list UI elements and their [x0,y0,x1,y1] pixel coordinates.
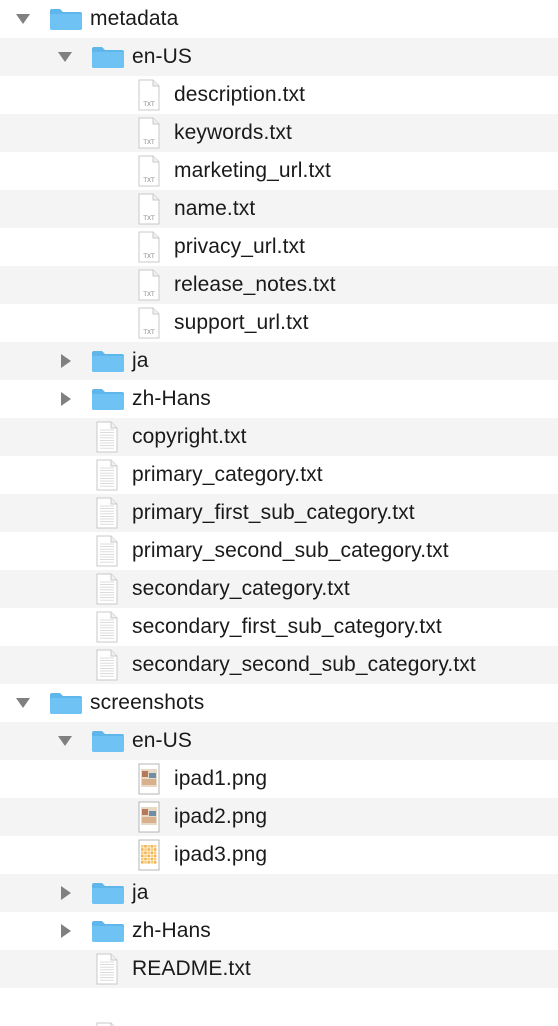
item-label: primary_second_sub_category.txt [132,539,449,562]
file-row-primary-category-txt[interactable]: primary_category.txt [0,456,558,494]
item-label: zh-Hans [132,387,211,410]
file-tree: metadata en-US TXT description.txt TXT keywor… [0,0,558,1026]
file-row-primary-first-sub-category-txt[interactable]: primary_first_sub_category.txt [0,494,558,532]
item-label: en-US [132,45,193,68]
item-label: primary_first_sub_category.txt [132,501,415,524]
folder-icon [91,881,125,905]
text-document-icon [94,497,120,529]
file-row-secondary-second-sub-category-txt[interactable]: secondary_second_sub_category.txt [0,646,558,684]
folder-icon [91,387,125,411]
disclosure-collapsed-icon[interactable] [56,391,74,407]
item-label: copyright.txt [132,425,247,448]
file-row-marketing-url-txt[interactable]: TXT marketing_url.txt [0,152,558,190]
file-row-secondary-category-txt[interactable]: secondary_category.txt [0,570,558,608]
file-row-readme-txt[interactable]: README.txt [0,950,558,988]
image-file-icon [136,801,162,833]
disclosure-expanded-icon[interactable] [56,49,74,65]
folder-icon [91,45,125,69]
file-row-ipad1-png[interactable]: ipad1.png [0,760,558,798]
disclosure-expanded-icon[interactable] [14,11,32,27]
txt-file-icon: TXT [136,117,162,149]
svg-text:TXT: TXT [142,215,155,222]
disclosure-expanded-icon[interactable] [56,733,74,749]
text-document-icon [94,1022,120,1026]
file-row-keywords-txt[interactable]: TXT keywords.txt [0,114,558,152]
file-row-secondary-first-sub-category-txt[interactable]: secondary_first_sub_category.txt [0,608,558,646]
text-document-icon [94,535,120,567]
item-label: secondary_category.txt [132,577,350,600]
disclosure-expanded-icon[interactable] [14,695,32,711]
folder-row-screenshots[interactable]: screenshots [0,684,558,722]
item-label: name.txt [174,197,256,220]
item-label: secondary_first_sub_category.txt [132,615,442,638]
item-label: zh-Hans [132,919,211,942]
folder-icon [91,729,125,753]
folder-icon [91,919,125,943]
disclosure-collapsed-icon[interactable] [56,885,74,901]
item-label: keywords.txt [174,121,292,144]
folder-row-en-us[interactable]: en-US [0,722,558,760]
txt-file-icon: TXT [136,79,162,111]
item-label: ja [132,349,149,372]
item-label: marketing_url.txt [174,159,331,182]
folder-row-ja[interactable]: ja [0,874,558,912]
txt-file-icon: TXT [136,155,162,187]
folder-row-zh-hans[interactable]: zh-Hans [0,380,558,418]
file-row-primary-second-sub-category-txt[interactable]: primary_second_sub_category.txt [0,532,558,570]
svg-text:TXT: TXT [142,291,155,298]
svg-text:TXT: TXT [142,329,155,336]
text-document-icon [94,649,120,681]
folder-row-en-us[interactable]: en-US [0,38,558,76]
item-label: ipad3.png [174,843,268,866]
file-row-support-url-txt[interactable]: TXT support_url.txt [0,304,558,342]
item-label: release_notes.txt [174,273,336,296]
txt-file-icon: TXT [136,193,162,225]
text-document-icon [94,459,120,491]
item-label: secondary_second_sub_category.txt [132,653,476,676]
txt-file-icon: TXT [136,307,162,339]
text-document-icon [94,573,120,605]
image-file-icon [136,839,162,871]
item-label: README.txt [132,957,251,980]
svg-text:TXT: TXT [142,253,155,260]
folder-row-ja[interactable]: ja [0,342,558,380]
text-document-icon [94,421,120,453]
svg-text:TXT: TXT [142,177,155,184]
item-label: metadata [90,7,179,30]
item-label: screenshots [90,691,205,714]
text-document-icon [94,953,120,985]
svg-text:TXT: TXT [142,101,155,108]
file-row-description-txt[interactable]: TXT description.txt [0,76,558,114]
folder-icon [91,349,125,373]
folder-row-metadata[interactable]: metadata [0,0,558,38]
file-row-ipad2-png[interactable]: ipad2.png [0,798,558,836]
folder-row-zh-hans[interactable]: zh-Hans [0,912,558,950]
file-row-copyright-txt[interactable]: copyright.txt [0,418,558,456]
txt-file-icon: TXT [136,231,162,263]
item-label: description.txt [174,83,306,106]
item-label: ipad1.png [174,767,268,790]
item-label: privacy_url.txt [174,235,306,258]
item-label: ipad2.png [174,805,268,828]
disclosure-collapsed-icon[interactable] [56,353,74,369]
item-label: en-US [132,729,193,752]
item-label: ja [132,881,149,904]
disclosure-collapsed-icon[interactable] [56,923,74,939]
text-document-icon [94,611,120,643]
file-row-name-txt[interactable]: TXT name.txt [0,190,558,228]
item-label: primary_category.txt [132,463,323,486]
folder-icon [49,7,83,31]
txt-file-icon: TXT [136,269,162,301]
file-row-ipad3-png[interactable]: ipad3.png [0,836,558,874]
item-label: support_url.txt [174,311,309,334]
folder-icon [49,691,83,715]
file-row-privacy-url-txt[interactable]: TXT privacy_url.txt [0,228,558,266]
file-row-release-notes-txt[interactable]: TXT release_notes.txt [0,266,558,304]
svg-text:TXT: TXT [142,139,155,146]
image-file-icon [136,763,162,795]
